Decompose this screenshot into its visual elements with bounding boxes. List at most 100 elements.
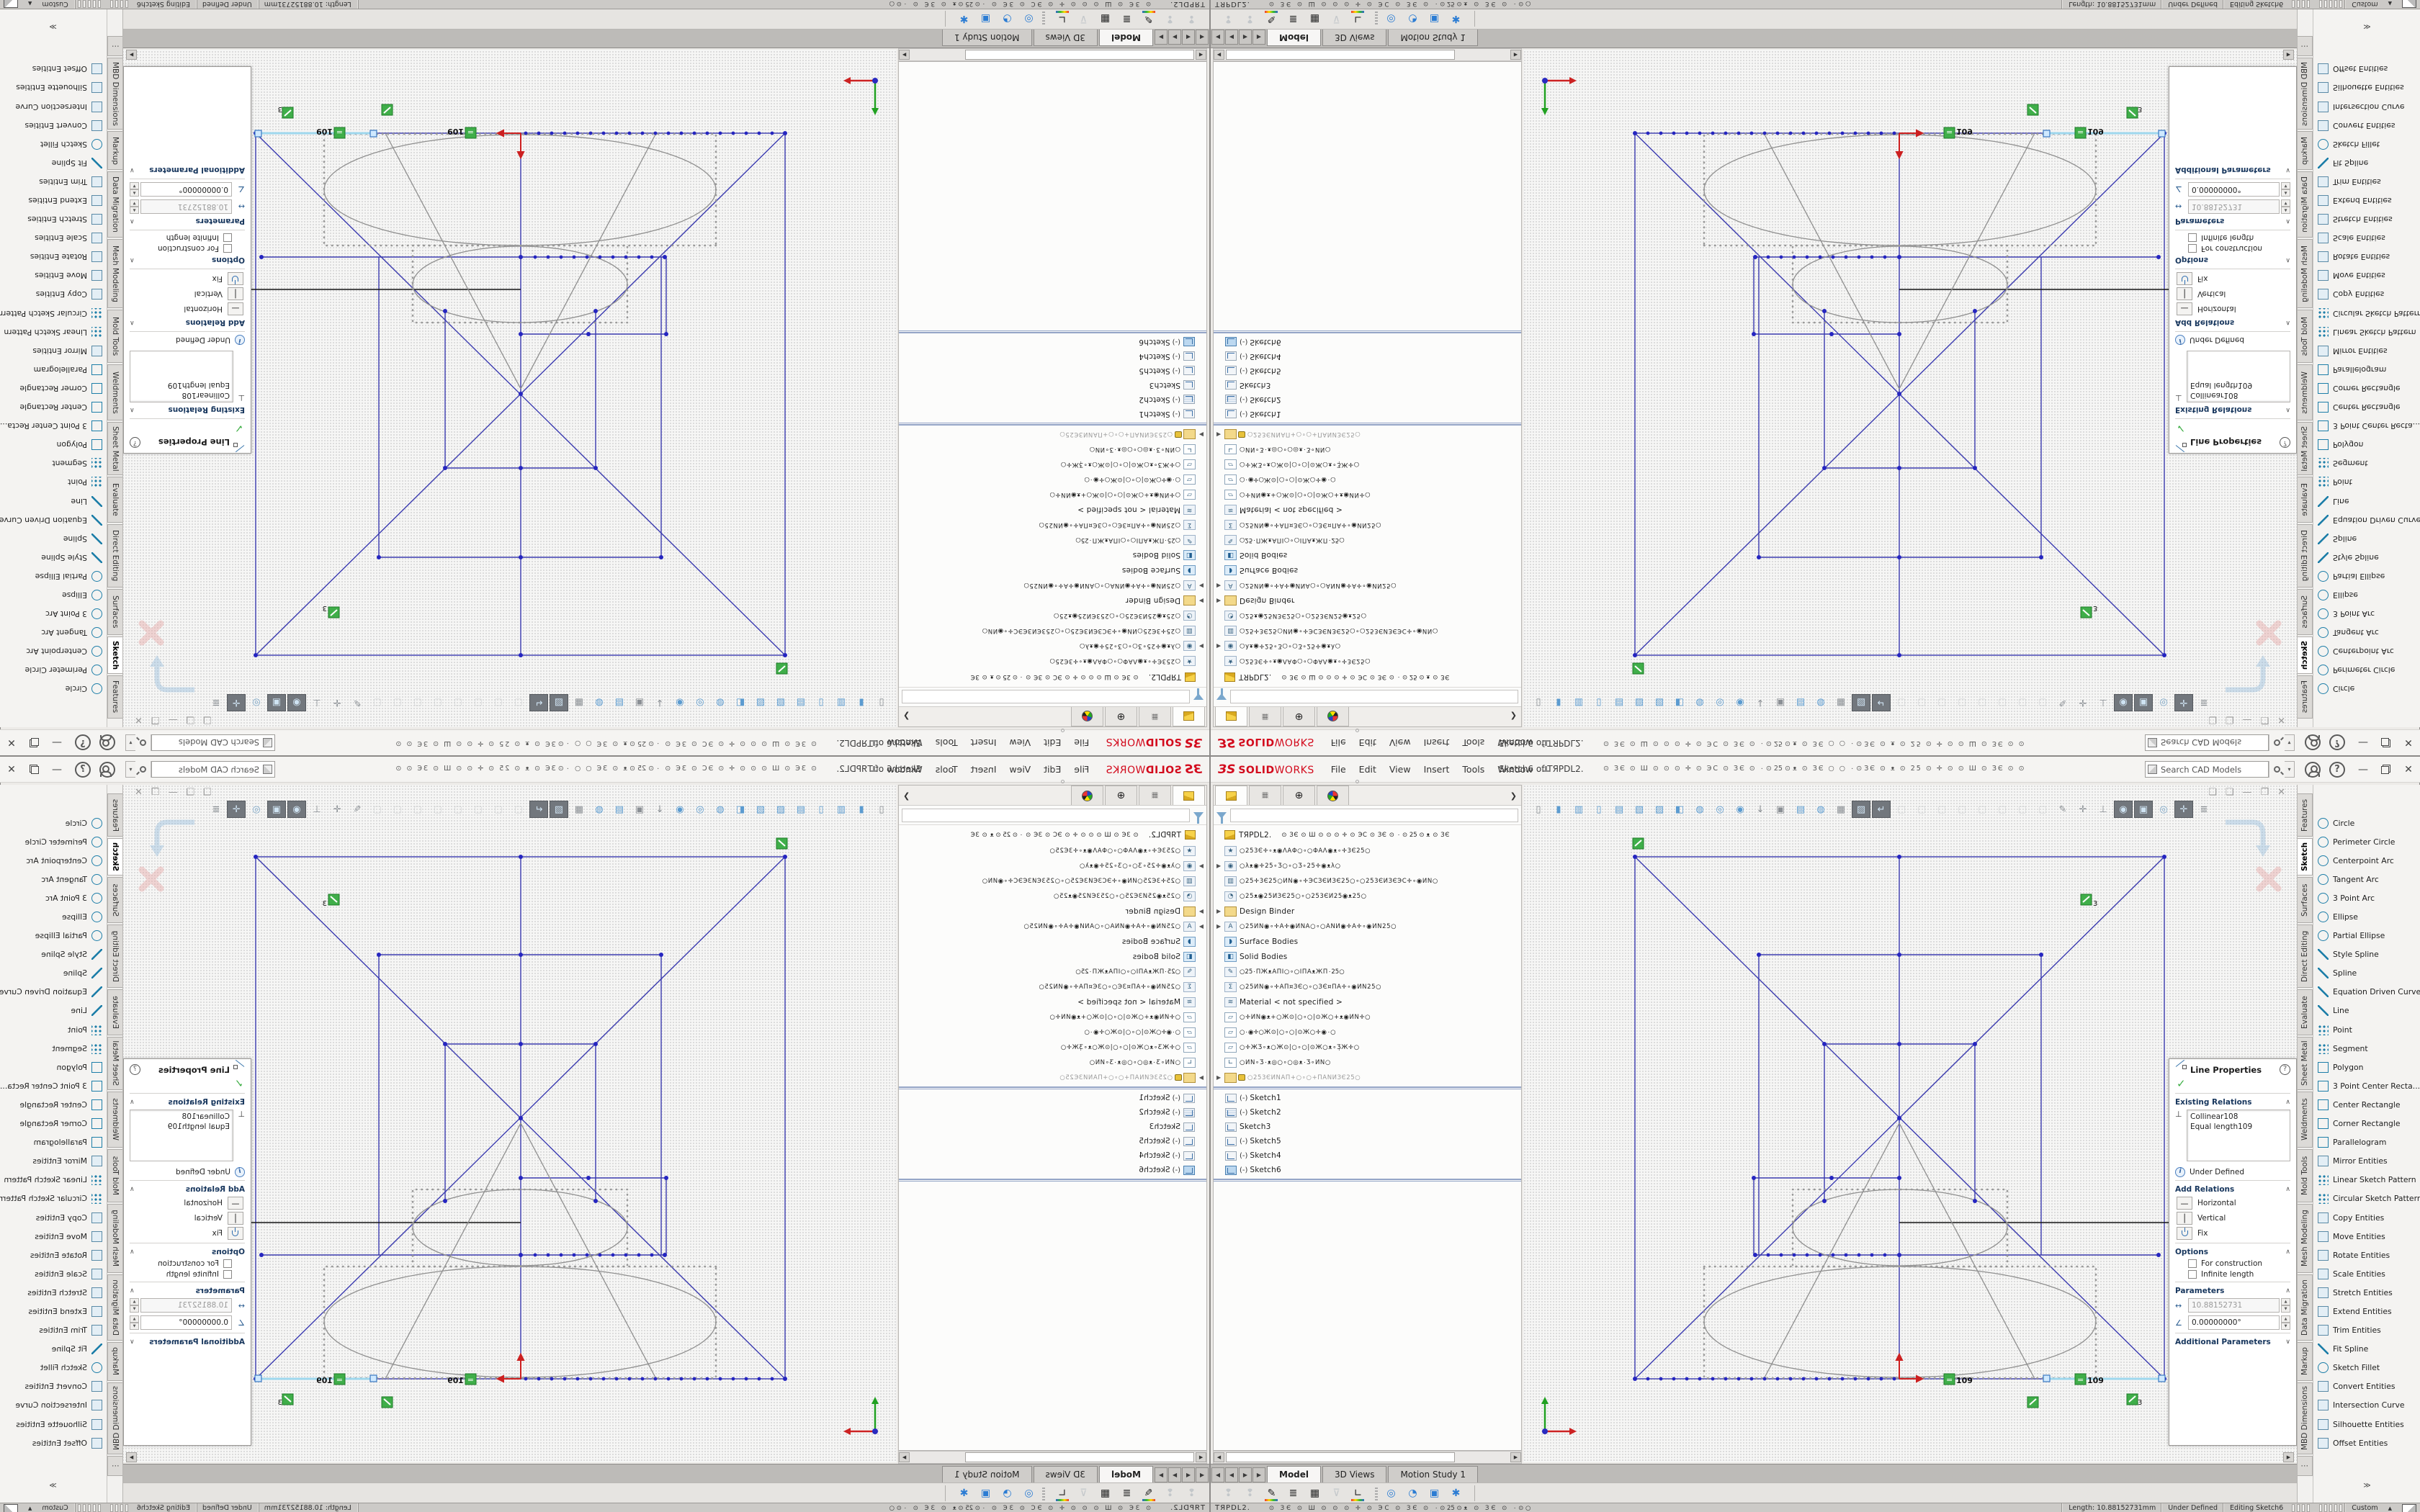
tree-item[interactable]: ▶◉○λᴥ◉✛25∘Ӡ○∘○Ӡ∘25✛◉ᴥλ○ <box>899 639 1206 654</box>
fix-relation-button[interactable] <box>2177 1227 2192 1240</box>
menu-view[interactable]: View <box>1003 735 1037 750</box>
length-input[interactable]: 10.88152731 <box>140 199 232 214</box>
tab-nav-prev-button[interactable]: ◀ <box>1182 30 1195 45</box>
tree-item[interactable]: ▶Design Binder <box>899 593 1206 608</box>
tree-item[interactable]: ≋Material < not specified > <box>899 503 1206 518</box>
menu-insert[interactable]: Insert <box>964 735 1003 750</box>
tool-3-point-arc[interactable]: 3 Point Arc <box>0 605 107 624</box>
search-button[interactable] <box>2269 734 2285 751</box>
tool-corner-rectangle[interactable]: Corner Rectangle <box>0 379 107 397</box>
tree-item[interactable]: ▱○✛ЖӠ∘ᴥ○Ж⊙|○∘○|⊙Ж○ᴥ∘Ӡ̦Ж✛○ <box>899 1040 1206 1055</box>
cm-tab-markup[interactable]: Markup <box>2298 131 2313 170</box>
sign-in-icon[interactable] <box>2305 762 2321 778</box>
expander-icon[interactable]: ▶ <box>1196 431 1204 438</box>
featuremanager-tab[interactable] <box>1173 786 1205 805</box>
tree-sketch-item[interactable]: (-)Sketch2 <box>899 1105 1206 1120</box>
angle-input[interactable]: 0.00000000° <box>140 182 232 197</box>
more-tools-chevron[interactable]: ≫ <box>2313 1482 2420 1490</box>
tool-circle[interactable]: Circle <box>2313 680 2420 698</box>
construction-entities[interactable] <box>324 133 716 389</box>
schedule-icon[interactable]: ◔ <box>1404 12 1422 27</box>
tool-scale-entities[interactable]: Scale Entities <box>0 1264 107 1283</box>
configurationmanager-tab[interactable]: ⊕ <box>1105 707 1137 726</box>
confirm-check-icon[interactable]: ✓ <box>2177 1077 2290 1090</box>
tree-item[interactable]: ▱○✛ИΝ◉ᴥ+○Ж⊙|○∘○|⊙Ж○+ᴥ◉ИΝ✛○ <box>899 1009 1206 1025</box>
tree-item[interactable]: ★○253Є✛∘ᴥ◉ΛΑΦ○∘○ΦΑΛ◉ᴥ∘✛3Є25○ <box>1214 843 1521 858</box>
tool-center-rectangle[interactable]: Center Rectangle <box>0 398 107 417</box>
tool-3-point-center-recta-[interactable]: 3 Point Center Recta... <box>0 417 107 436</box>
sheets-icon[interactable]: ❢ <box>1241 1485 1259 1501</box>
scroll-thumb[interactable] <box>965 50 1194 60</box>
cm-tab-markup[interactable]: Markup <box>107 1342 122 1381</box>
selection-dotted-rects[interactable] <box>324 1189 716 1378</box>
angle-input[interactable]: 0.00000000° <box>140 1315 232 1330</box>
tree-item[interactable]: ▥○25✛3Є25○ИΝ◉∘✛ЭСЗЄИЗЄ25○∘○253ЄИЗЄЭС✛∘◉И… <box>1214 624 1521 639</box>
vertical-relation-button[interactable]: │ <box>2177 287 2192 300</box>
tool-ellipse[interactable]: Ellipse <box>0 585 107 604</box>
search-check-icon[interactable]: ◎ <box>1020 1485 1038 1501</box>
tree-item[interactable]: ≋Material < not specified > <box>899 994 1206 1009</box>
tool-style-spline[interactable]: Style Spline <box>0 548 107 567</box>
tree-item[interactable]: ▶Design Binder <box>899 904 1206 919</box>
search-input[interactable]: Search CAD Models <box>2161 765 2266 775</box>
tree-item[interactable]: ◗Surface Bodies <box>899 934 1206 949</box>
length-spinner[interactable]: ▲▼ <box>130 1298 139 1313</box>
tool-partial-ellipse[interactable]: Partial Ellipse <box>2313 567 2420 585</box>
cm-tab-features[interactable]: Features <box>2298 675 2313 719</box>
menu-edit[interactable]: Edit <box>1353 762 1383 777</box>
cm-tab-mbd-dimensions[interactable]: MBD Dimensions <box>2298 1382 2313 1454</box>
tool-point[interactable]: Point <box>0 1020 107 1039</box>
tree-item[interactable]: ◔○25ᴥ◉25ИЗЄ25○∘○253ЄИ25◉ᴥ25○ <box>899 608 1206 624</box>
cm-tab-sketch[interactable]: Sketch <box>107 636 122 674</box>
tree-item[interactable]: ▶Design Binder <box>1214 593 1521 608</box>
tool-sketch-fillet[interactable]: Sketch Fillet <box>2313 1359 2420 1377</box>
settings-gear-icon[interactable]: ✱ <box>1447 1485 1465 1501</box>
confirm-check-icon[interactable]: ✓ <box>130 1077 243 1090</box>
cm-tab-mesh-modeling[interactable]: Mesh Modeling <box>2298 1204 2313 1273</box>
featuremanager-tab[interactable] <box>1215 707 1247 726</box>
tab-motion-study-1[interactable]: Motion Study 1 <box>1388 30 1478 46</box>
expander-icon[interactable]: ▶ <box>1216 431 1224 438</box>
add-relation-vertical[interactable]: │Vertical <box>2177 287 2290 300</box>
configurationmanager-tab[interactable]: ⊕ <box>1283 786 1315 805</box>
tool-3-point-arc[interactable]: 3 Point Arc <box>0 888 107 907</box>
expander-icon[interactable]: ▶ <box>1216 643 1224 649</box>
tab-nav-next-button[interactable]: ▶ <box>1155 30 1168 45</box>
propertymanager-tab[interactable]: 𝄜 <box>1139 786 1171 805</box>
tool-perimeter-circle[interactable]: Perimeter Circle <box>2313 832 2420 851</box>
tool-copy-entities[interactable]: Copy Entities <box>2313 285 2420 304</box>
tree-item[interactable]: ▱○✛ЖӠ∘ᴥ○Ж⊙|○∘○|⊙Ж○ᴥ∘Ӡ̦Ж✛○ <box>1214 1040 1521 1055</box>
expand-chevron-icon[interactable]: ∨ <box>130 166 135 174</box>
appearance-brush-icon[interactable]: ✎ <box>1139 1485 1157 1501</box>
tool-fit-spline[interactable]: Fit Spline <box>0 1340 107 1359</box>
tree-item[interactable]: Σ○25ИΝ◉∘✛ΑΠ¤ЗЄ○∘○ЗЄ¤ΠΑ✛∘◉ИΝ25○ <box>1214 518 1521 533</box>
tree-item[interactable]: ▶○253ЄИΝΑΠ+○∘○+ΠΑΝИЗЄ25○ <box>1214 427 1521 442</box>
help-icon[interactable]: ? <box>2329 735 2345 751</box>
tool-point[interactable]: Point <box>0 473 107 492</box>
tool-linear-sketch-pattern[interactable]: Linear Sketch Pattern <box>2313 1171 2420 1189</box>
relation-entry[interactable]: Collinear108 <box>133 390 230 400</box>
cm-tab-direct-editing[interactable]: Direct Editing <box>2298 924 2313 988</box>
tool-tangent-arc[interactable]: Tangent Arc <box>0 870 107 888</box>
collapse-chevron-icon[interactable]: ∧ <box>2285 1186 2290 1193</box>
dimxpert-tab[interactable] <box>1071 786 1103 805</box>
collapse-chevron-icon[interactable]: ∧ <box>130 1287 135 1295</box>
tool-copy-entities[interactable]: Copy Entities <box>2313 1208 2420 1227</box>
status-sheet-icon[interactable] <box>2402 1504 2416 1512</box>
tool-centerpoint-arc[interactable]: Centerpoint Arc <box>0 642 107 661</box>
relation-badges[interactable]: 3 = 109 = 109 3 <box>1633 838 2142 1408</box>
tab-motion-study-1[interactable]: Motion Study 1 <box>942 1466 1032 1482</box>
settings-gear-icon[interactable]: ✱ <box>955 12 973 27</box>
collapse-chevron-icon[interactable]: ∧ <box>2285 319 2290 326</box>
tree-sketch-item[interactable]: (-)Sketch6 <box>899 335 1206 349</box>
checkbox-icon[interactable] <box>2188 1259 2197 1268</box>
cm-tab-mesh-modeling[interactable]: Mesh Modeling <box>107 1204 122 1273</box>
cm-tab-surfaces[interactable]: Surfaces <box>107 877 122 923</box>
length-spinner[interactable]: ▲▼ <box>2281 1298 2290 1313</box>
search-button[interactable] <box>135 761 151 778</box>
folder-check-icon[interactable]: ▣ <box>977 12 995 27</box>
tree-item[interactable]: ▱○٠◉✛○Ж⊙|○∘○|⊙Ж○✛◉٠○ <box>899 472 1206 487</box>
tool-intersection-curve[interactable]: Intersection Curve <box>2313 97 2420 116</box>
tree-item[interactable]: ▥○25✛3Є25○ИΝ◉∘✛ЭСЗЄИЗЄ25○∘○253ЄИЗЄЭС✛∘◉И… <box>1214 873 1521 888</box>
tool-intersection-curve[interactable]: Intersection Curve <box>2313 1396 2420 1415</box>
